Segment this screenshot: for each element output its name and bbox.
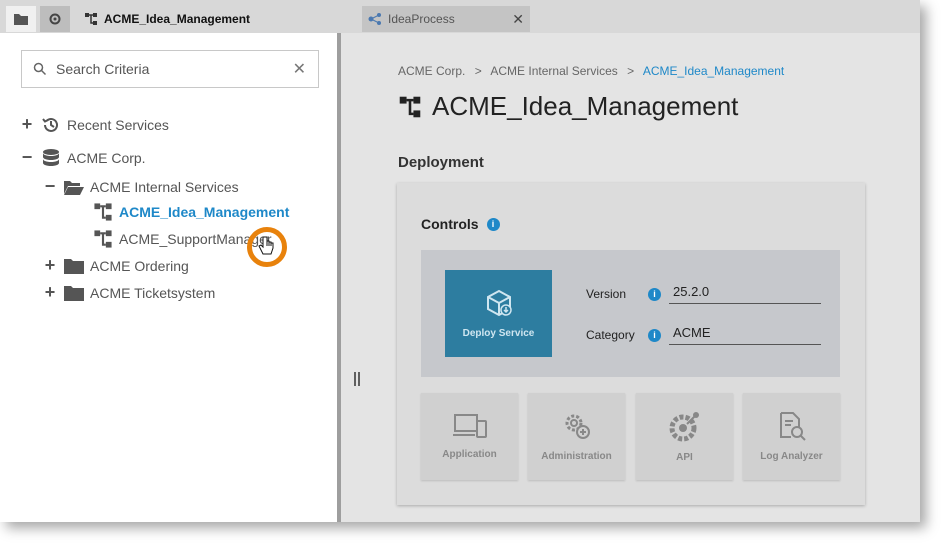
- folder-open-icon: [63, 177, 85, 197]
- controls-heading: Controls i: [421, 216, 500, 232]
- info-icon[interactable]: i: [648, 287, 661, 301]
- collapse-icon[interactable]: −: [20, 147, 34, 168]
- folder-icon: [63, 256, 85, 276]
- close-icon[interactable]: ✕: [512, 11, 524, 28]
- process-icon: [85, 13, 97, 25]
- tile-label: Application: [442, 449, 497, 460]
- splitter-grip-icon[interactable]: [354, 372, 360, 389]
- database-icon: [40, 148, 62, 168]
- tree-label-selected: ACME_Idea_Management: [119, 204, 290, 220]
- tree-item-acme-idea-management[interactable]: ACME_Idea_Management: [86, 202, 289, 222]
- deploy-service-button[interactable]: Deploy Service: [445, 270, 552, 357]
- process-icon: [92, 229, 114, 249]
- application-tile[interactable]: Application: [421, 393, 518, 480]
- category-field: Category i ACME: [586, 325, 821, 345]
- process-icon: [92, 202, 114, 222]
- controls-card: Controls i Deploy Service Version i 25.2…: [397, 183, 865, 505]
- settings-tab[interactable]: [40, 6, 70, 32]
- tile-label: Administration: [541, 451, 612, 462]
- tab-label: IdeaProcess: [388, 12, 455, 26]
- clear-icon[interactable]: ✕: [293, 59, 306, 79]
- gears-icon: [565, 414, 590, 439]
- tree-item-acme-ticketsystem[interactable]: + ACME Ticketsystem: [43, 282, 216, 303]
- version-field: Version i 25.2.0: [586, 284, 821, 304]
- breadcrumb-item[interactable]: ACME Corp.: [398, 64, 465, 78]
- tab-bar: ACME_Idea_Management IdeaProcess ✕: [0, 0, 920, 34]
- tab-acme-idea-management[interactable]: ACME_Idea_Management: [78, 6, 358, 32]
- search-icon: [33, 62, 47, 76]
- category-input[interactable]: ACME: [669, 325, 821, 345]
- devices-icon: [452, 414, 487, 438]
- tab-label: ACME_Idea_Management: [104, 12, 251, 26]
- api-icon: [669, 412, 699, 442]
- info-icon[interactable]: i: [486, 217, 500, 231]
- api-tile[interactable]: API: [636, 393, 733, 480]
- tree-item-acme-corp[interactable]: − ACME Corp.: [20, 147, 146, 168]
- controls-label: Controls: [421, 216, 479, 232]
- breadcrumb: ACME Corp. > ACME Internal Services > AC…: [398, 64, 784, 78]
- process-icon: [399, 96, 421, 117]
- folder-tab[interactable]: [6, 6, 36, 32]
- tab-ideaprocess[interactable]: IdeaProcess ✕: [362, 6, 530, 32]
- tree-item-recent-services[interactable]: + Recent Services: [20, 114, 169, 135]
- process-flow-icon: [368, 13, 381, 25]
- tree-label: ACME Corp.: [67, 149, 146, 166]
- expand-icon[interactable]: +: [43, 255, 57, 276]
- expand-icon[interactable]: +: [43, 282, 57, 303]
- tree-label: ACME Ticketsystem: [90, 284, 216, 301]
- tree-item-acme-ordering[interactable]: + ACME Ordering: [43, 255, 189, 276]
- tree-label: Recent Services: [67, 116, 169, 133]
- deploy-box-icon: [486, 289, 512, 317]
- folder-icon: [14, 14, 28, 25]
- log-search-icon: [779, 412, 806, 441]
- app-window: ACME_Idea_Management IdeaProcess ✕ Searc…: [0, 0, 920, 522]
- page-title-text: ACME_Idea_Management: [432, 91, 739, 121]
- tree-label: ACME Ordering: [90, 257, 189, 274]
- tree-item-acme-internal-services[interactable]: − ACME Internal Services: [43, 176, 239, 197]
- breadcrumb-separator: >: [627, 64, 635, 78]
- search-placeholder: Search Criteria: [56, 61, 150, 77]
- category-label: Category: [586, 328, 635, 342]
- page-title: ACME_Idea_Management: [398, 91, 738, 122]
- sidebar: Search Criteria ✕ + Recent Services − AC…: [0, 33, 337, 522]
- tile-label: Log Analyzer: [760, 451, 823, 462]
- deploy-label: Deploy Service: [462, 328, 535, 339]
- collapse-icon[interactable]: −: [43, 176, 57, 197]
- version-label: Version: [586, 287, 627, 301]
- folder-icon: [63, 283, 85, 303]
- version-input[interactable]: 25.2.0: [669, 284, 821, 304]
- expand-icon[interactable]: +: [20, 114, 34, 135]
- section-heading: Deployment: [398, 154, 484, 171]
- log-analyzer-tile[interactable]: Log Analyzer: [743, 393, 840, 480]
- deploy-panel: Deploy Service Version i 25.2.0 Category…: [421, 250, 840, 377]
- search-field[interactable]: Search Criteria ✕: [21, 50, 319, 88]
- breadcrumb-current: ACME_Idea_Management: [642, 64, 785, 78]
- tree-item-acme-supportmanager[interactable]: ACME_SupportManager: [86, 229, 272, 249]
- main-panel: ACME Corp. > ACME Internal Services > AC…: [341, 33, 920, 522]
- gear-icon: [49, 13, 61, 25]
- hand-cursor-icon: [258, 235, 274, 263]
- breadcrumb-separator: >: [474, 64, 482, 78]
- history-icon: [40, 115, 62, 135]
- info-icon[interactable]: i: [648, 328, 661, 342]
- breadcrumb-item[interactable]: ACME Internal Services: [490, 64, 617, 78]
- administration-tile[interactable]: Administration: [528, 393, 625, 480]
- tile-label: API: [676, 452, 693, 463]
- tree-label: ACME Internal Services: [90, 178, 239, 195]
